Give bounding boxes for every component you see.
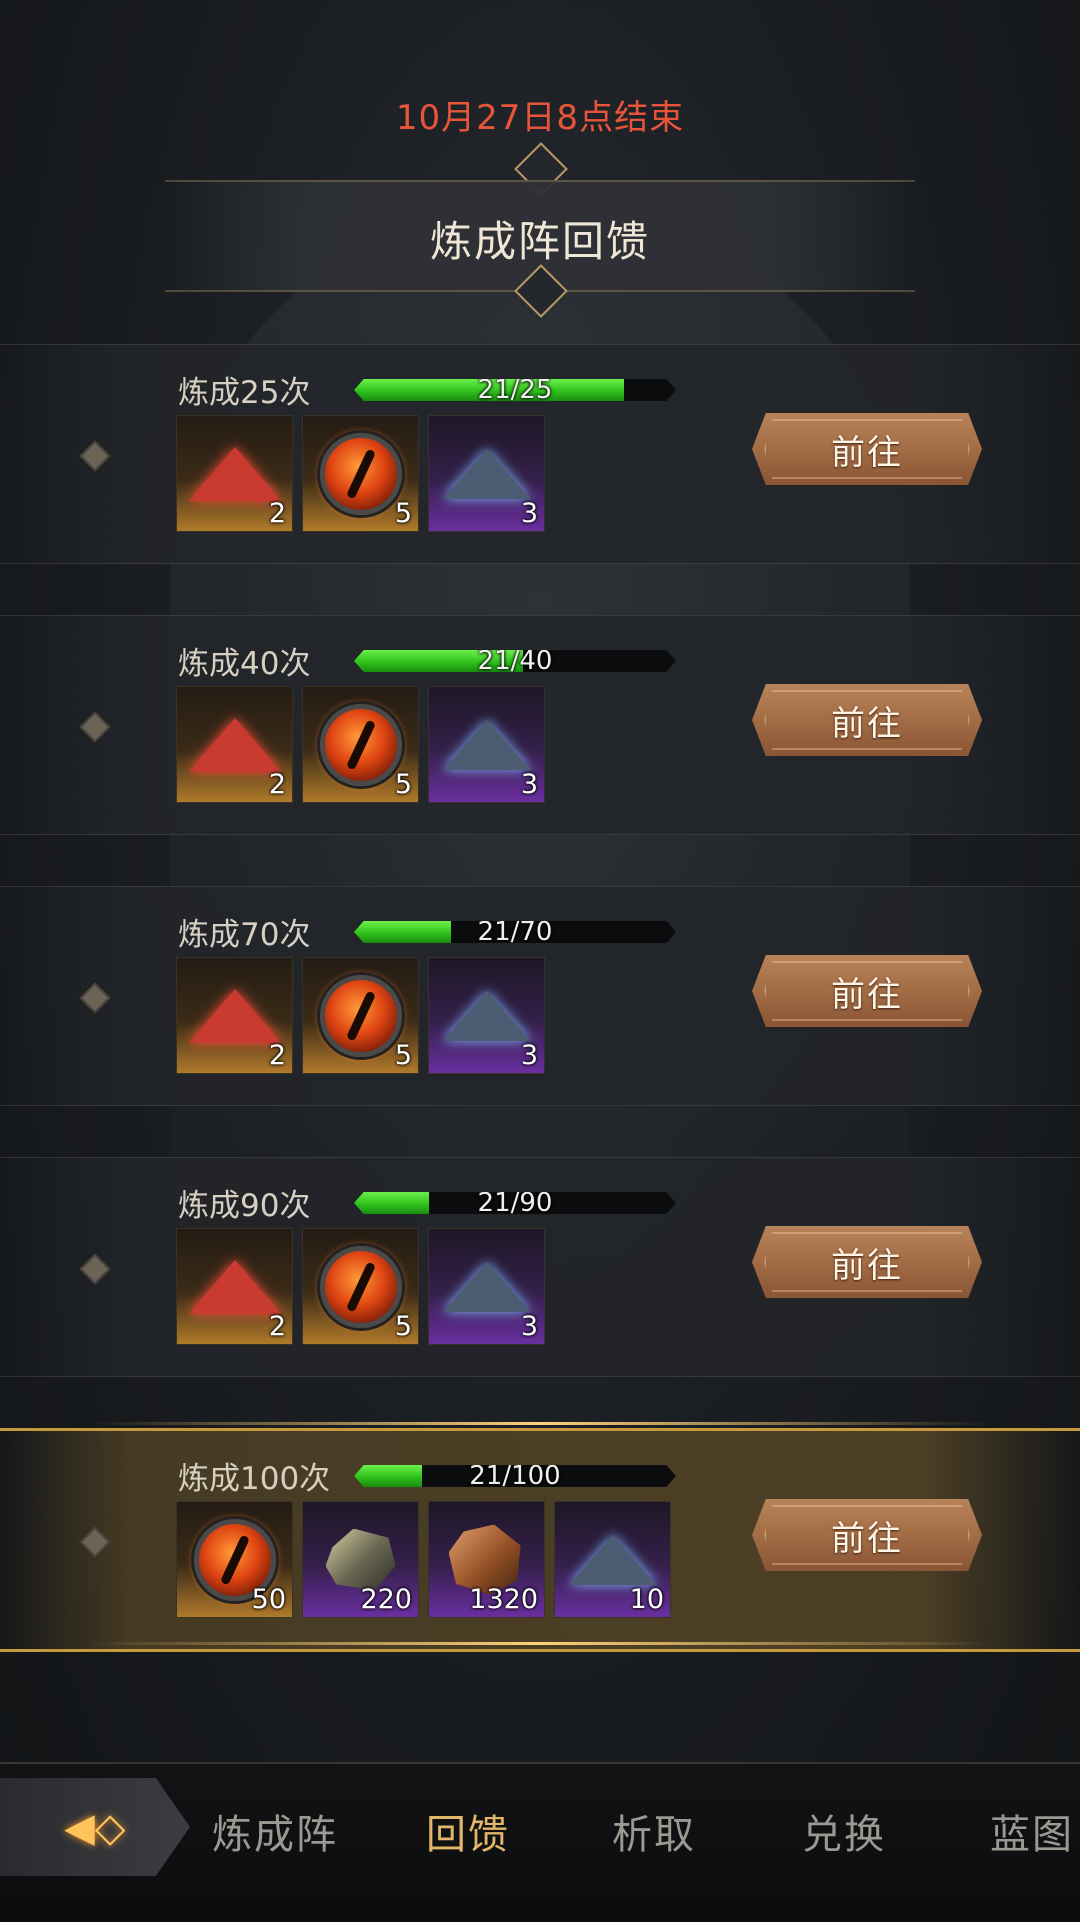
tab-exchange[interactable]: 兑换: [802, 1802, 886, 1860]
progress-text: 21/25: [477, 375, 553, 405]
reward-items: 2 5 3: [176, 1228, 545, 1345]
fire-eye-icon: [319, 1245, 402, 1328]
item-quantity: 5: [394, 498, 412, 529]
item-quantity: 10: [629, 1584, 664, 1615]
reward-item-slot[interactable]: 5: [302, 957, 419, 1074]
progress-text: 21/90: [477, 1188, 553, 1218]
item-quantity: 2: [268, 1040, 286, 1071]
reward-row: 炼成100次 21/100 50 220 1320 10 前往: [0, 1428, 1080, 1652]
item-quantity: 2: [268, 769, 286, 800]
bottom-nav: ◀◇ 炼成阵 回馈 析取 兑换 蓝图: [0, 1762, 1080, 1922]
item-quantity: 3: [520, 1040, 538, 1071]
reward-item-slot[interactable]: 3: [428, 686, 545, 803]
row-diamond-icon: [79, 1526, 111, 1558]
progress-text: 21/100: [469, 1461, 561, 1491]
progress-bar: 21/70: [354, 921, 676, 943]
reward-item-slot[interactable]: 3: [428, 1228, 545, 1345]
blue-powder-icon: [568, 1534, 657, 1585]
goto-button-label: 前往: [831, 1245, 903, 1286]
goto-button[interactable]: 前往: [752, 1226, 982, 1298]
reward-item-slot[interactable]: 2: [176, 686, 293, 803]
nav-back-button[interactable]: ◀◇: [0, 1778, 190, 1876]
goto-button-label: 前往: [831, 1518, 903, 1559]
reward-item-slot[interactable]: 2: [176, 415, 293, 532]
reward-item-slot[interactable]: 1320: [428, 1501, 545, 1618]
reward-item-slot[interactable]: 5: [302, 1228, 419, 1345]
red-powder-icon: [188, 446, 281, 501]
reward-title: 炼成90次: [178, 1188, 311, 1224]
reward-title: 炼成40次: [178, 646, 311, 682]
reward-title: 炼成70次: [178, 917, 311, 953]
reward-item-slot[interactable]: 220: [302, 1501, 419, 1618]
reward-items: 50 220 1320 10: [176, 1501, 671, 1618]
fire-eye-icon: [319, 703, 402, 786]
goto-button-label: 前往: [831, 703, 903, 744]
blue-powder-icon: [442, 1261, 531, 1312]
item-quantity: 2: [268, 1311, 286, 1342]
tab-alchemy-circle[interactable]: 炼成阵: [212, 1802, 338, 1860]
tab-extract[interactable]: 析取: [612, 1802, 696, 1860]
goto-button[interactable]: 前往: [752, 955, 982, 1027]
reward-item-slot[interactable]: 5: [302, 415, 419, 532]
goto-button-label: 前往: [831, 974, 903, 1015]
item-quantity: 2: [268, 498, 286, 529]
reward-items: 2 5 3: [176, 957, 545, 1074]
item-quantity: 3: [520, 498, 538, 529]
reward-item-slot[interactable]: 2: [176, 957, 293, 1074]
item-quantity: 5: [394, 769, 412, 800]
fire-eye-icon: [319, 432, 402, 515]
progress-bar: 21/25: [354, 379, 676, 401]
row-diamond-icon: [79, 982, 111, 1014]
reward-row: 炼成90次 21/90 2 5 3 前往: [0, 1157, 1080, 1377]
page-title: 炼成阵回馈: [429, 217, 650, 266]
goto-button[interactable]: 前往: [752, 684, 982, 756]
reward-items: 2 5 3: [176, 686, 545, 803]
item-quantity: 5: [394, 1040, 412, 1071]
blue-powder-icon: [442, 990, 531, 1041]
reward-title: 炼成25次: [178, 375, 311, 411]
tab-blueprint[interactable]: 蓝图: [990, 1802, 1074, 1860]
goto-button-label: 前往: [831, 432, 903, 473]
fire-eye-icon: [319, 974, 402, 1057]
blue-powder-icon: [442, 719, 531, 770]
highlight-bottom-glow: [90, 1642, 990, 1645]
reward-row: 炼成40次 21/40 2 5 3 前往: [0, 615, 1080, 835]
reward-item-slot[interactable]: 50: [176, 1501, 293, 1618]
gray-ore-icon: [325, 1528, 396, 1591]
progress-bar: 21/40: [354, 650, 676, 672]
event-end-time: 10月27日8点结束: [395, 98, 685, 138]
progress-text: 21/40: [477, 646, 553, 676]
reward-item-slot[interactable]: 3: [428, 957, 545, 1074]
blue-powder-icon: [442, 448, 531, 499]
reward-items: 2 5 3: [176, 415, 545, 532]
item-quantity: 5: [394, 1311, 412, 1342]
back-arrow-icon: ◀◇: [64, 1805, 126, 1851]
highlight-top-glow: [90, 1422, 990, 1425]
reward-item-slot[interactable]: 5: [302, 686, 419, 803]
reward-row: 炼成70次 21/70 2 5 3 前往: [0, 886, 1080, 1106]
goto-button[interactable]: 前往: [752, 413, 982, 485]
item-quantity: 3: [520, 1311, 538, 1342]
reward-item-slot[interactable]: 10: [554, 1501, 671, 1618]
row-diamond-icon: [79, 1253, 111, 1285]
reward-row: 炼成25次 21/25 2 5 3 前往: [0, 344, 1080, 564]
item-quantity: 3: [520, 769, 538, 800]
progress-text: 21/70: [477, 917, 553, 947]
item-quantity: 220: [360, 1584, 412, 1615]
item-quantity: 1320: [469, 1584, 538, 1615]
reward-title: 炼成100次: [178, 1461, 331, 1497]
row-diamond-icon: [79, 440, 111, 472]
progress-bar: 21/90: [354, 1192, 676, 1214]
goto-button[interactable]: 前往: [752, 1499, 982, 1571]
tab-rewards[interactable]: 回馈: [426, 1802, 510, 1860]
item-quantity: 50: [251, 1584, 286, 1615]
red-powder-icon: [188, 717, 281, 772]
reward-item-slot[interactable]: 3: [428, 415, 545, 532]
row-diamond-icon: [79, 711, 111, 743]
red-powder-icon: [188, 988, 281, 1043]
reward-item-slot[interactable]: 2: [176, 1228, 293, 1345]
progress-bar: 21/100: [354, 1465, 676, 1487]
red-powder-icon: [188, 1259, 281, 1314]
